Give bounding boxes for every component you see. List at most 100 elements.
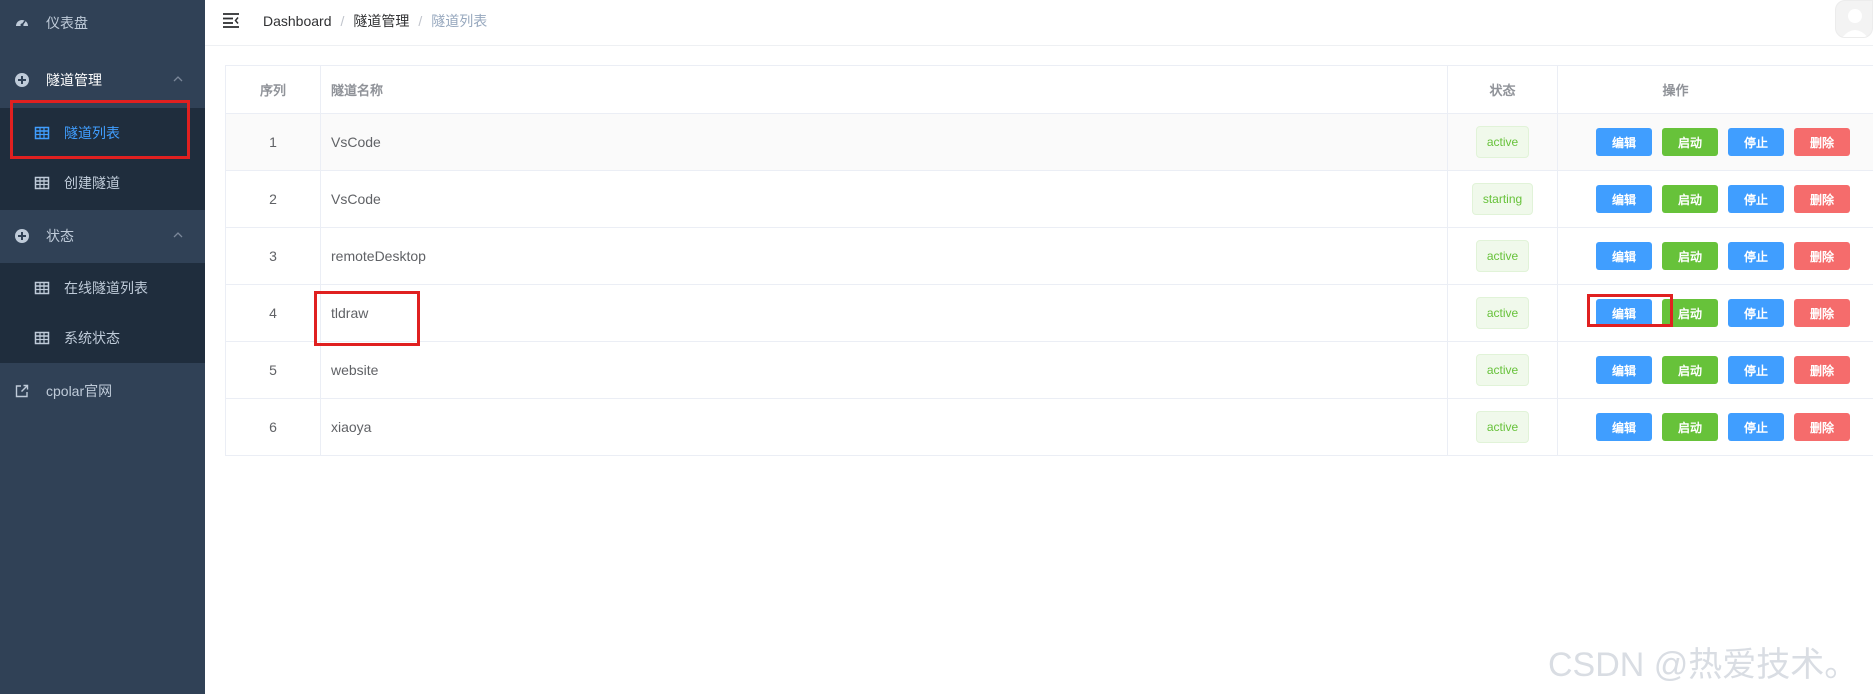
edit-button[interactable]: 编辑 bbox=[1596, 242, 1652, 270]
table-icon bbox=[34, 330, 50, 346]
header-status: 状态 bbox=[1448, 66, 1558, 113]
edit-button[interactable]: 编辑 bbox=[1596, 356, 1652, 384]
table-header: 序列 隧道名称 状态 操作 bbox=[226, 66, 1873, 114]
row-index: 3 bbox=[226, 228, 321, 284]
table-row: 2 VsCode starting 编辑 启动 停止 删除 bbox=[226, 171, 1873, 228]
status-badge: active bbox=[1475, 354, 1530, 386]
sidebar-item-create-tunnel[interactable]: 创建隧道 bbox=[0, 158, 205, 208]
plus-circle-icon bbox=[14, 72, 30, 88]
watermark: CSDN @热爱技术。 bbox=[1548, 646, 1859, 684]
sidebar-label-system-status: 系统状态 bbox=[64, 330, 120, 346]
menu-label-status: 状态 bbox=[46, 228, 74, 244]
row-name: website bbox=[321, 342, 1448, 398]
edit-button[interactable]: 编辑 bbox=[1596, 299, 1652, 327]
edit-button[interactable]: 编辑 bbox=[1596, 413, 1652, 441]
user-avatar-icon bbox=[1842, 9, 1868, 37]
table-row: 3 remoteDesktop active 编辑 启动 停止 删除 bbox=[226, 228, 1873, 285]
row-status-cell: active bbox=[1448, 399, 1558, 455]
stop-button[interactable]: 停止 bbox=[1728, 128, 1784, 156]
row-index: 1 bbox=[226, 114, 321, 170]
sidebar-item-system-status[interactable]: 系统状态 bbox=[0, 313, 205, 363]
row-actions: 编辑 启动 停止 删除 bbox=[1558, 399, 1873, 455]
row-actions: 编辑 启动 停止 删除 bbox=[1558, 228, 1873, 284]
menu-item-status[interactable]: 状态 bbox=[0, 211, 205, 261]
external-link-icon bbox=[14, 383, 30, 399]
stop-button[interactable]: 停止 bbox=[1728, 356, 1784, 384]
menu-item-cpolar-site[interactable]: cpolar官网 bbox=[0, 366, 205, 416]
start-button[interactable]: 启动 bbox=[1662, 299, 1718, 327]
row-actions: 编辑 启动 停止 删除 bbox=[1558, 285, 1873, 341]
sidebar-label-create-tunnel: 创建隧道 bbox=[64, 175, 120, 191]
status-badge: active bbox=[1475, 297, 1530, 329]
header-ops: 操作 bbox=[1662, 83, 1689, 98]
menu-fold-icon[interactable] bbox=[222, 11, 240, 29]
menu-label-tunnel-mgmt: 隧道管理 bbox=[46, 72, 102, 88]
row-index: 5 bbox=[226, 342, 321, 398]
start-button[interactable]: 启动 bbox=[1662, 128, 1718, 156]
start-button[interactable]: 启动 bbox=[1662, 242, 1718, 270]
row-name: VsCode bbox=[321, 171, 1448, 227]
breadcrumb-separator: / bbox=[418, 13, 423, 29]
breadcrumb-tunnel-mgmt[interactable]: 隧道管理 bbox=[353, 11, 409, 31]
table-icon bbox=[34, 175, 50, 191]
row-status-cell: active bbox=[1448, 342, 1558, 398]
stop-button[interactable]: 停止 bbox=[1728, 242, 1784, 270]
edit-button[interactable]: 编辑 bbox=[1596, 128, 1652, 156]
sidebar-item-online-tunnels[interactable]: 在线隧道列表 bbox=[0, 263, 205, 313]
header-index: 序列 bbox=[226, 66, 321, 113]
row-name: remoteDesktop bbox=[321, 228, 1448, 284]
menu-label-cpolar-site: cpolar官网 bbox=[46, 383, 113, 399]
menu-item-tunnel-mgmt[interactable]: 隧道管理 bbox=[0, 55, 205, 105]
plus-circle-icon bbox=[14, 228, 30, 244]
tunnel-table: 序列 隧道名称 状态 操作 1 VsCode active 编辑 启动 停止 删… bbox=[225, 65, 1873, 456]
start-button[interactable]: 启动 bbox=[1662, 185, 1718, 213]
delete-button[interactable]: 删除 bbox=[1794, 185, 1850, 213]
row-actions: 编辑 启动 停止 删除 bbox=[1558, 342, 1873, 398]
menu-label-dashboard: 仪表盘 bbox=[46, 15, 88, 31]
table-icon bbox=[34, 280, 50, 296]
status-badge: active bbox=[1475, 411, 1530, 443]
breadcrumb: Dashboard / 隧道管理 / 隧道列表 bbox=[263, 11, 487, 31]
chevron-up-icon bbox=[173, 232, 183, 238]
header-name: 隧道名称 bbox=[321, 66, 1448, 113]
delete-button[interactable]: 删除 bbox=[1794, 128, 1850, 156]
breadcrumb-separator: / bbox=[340, 13, 345, 29]
edit-button[interactable]: 编辑 bbox=[1596, 185, 1652, 213]
table-row: 6 xiaoya active 编辑 启动 停止 删除 bbox=[226, 399, 1873, 456]
row-status-cell: starting bbox=[1448, 171, 1558, 227]
breadcrumb-dashboard[interactable]: Dashboard bbox=[263, 13, 332, 29]
navbar: Dashboard / 隧道管理 / 隧道列表 bbox=[205, 0, 1873, 46]
table-row: 1 VsCode active 编辑 启动 停止 删除 bbox=[226, 114, 1873, 171]
row-status-cell: active bbox=[1448, 228, 1558, 284]
row-actions: 编辑 启动 停止 删除 bbox=[1558, 171, 1873, 227]
table-row: 4 tldraw active 编辑 启动 停止 删除 bbox=[226, 285, 1873, 342]
row-actions: 编辑 启动 停止 删除 bbox=[1558, 114, 1873, 170]
sidebar-label-online-tunnels: 在线隧道列表 bbox=[64, 280, 148, 296]
row-index: 2 bbox=[226, 171, 321, 227]
sidebar-item-tunnel-list[interactable]: 隧道列表 bbox=[0, 108, 205, 158]
avatar[interactable] bbox=[1835, 0, 1873, 38]
sidebar: 仪表盘 隧道管理 隧道列表 创建隧道 状态 在线隧道列表 系统状态 cpolar… bbox=[0, 0, 205, 694]
stop-button[interactable]: 停止 bbox=[1728, 299, 1784, 327]
breadcrumb-tunnel-list: 隧道列表 bbox=[431, 13, 488, 29]
delete-button[interactable]: 删除 bbox=[1794, 242, 1850, 270]
submenu-tunnel-mgmt: 隧道列表 创建隧道 bbox=[0, 108, 205, 210]
stop-button[interactable]: 停止 bbox=[1728, 413, 1784, 441]
chevron-up-icon bbox=[173, 76, 183, 82]
table-row: 5 website active 编辑 启动 停止 删除 bbox=[226, 342, 1873, 399]
row-index: 4 bbox=[226, 285, 321, 341]
sidebar-label-tunnel-list: 隧道列表 bbox=[64, 125, 120, 141]
status-badge: active bbox=[1475, 240, 1530, 272]
row-index: 6 bbox=[226, 399, 321, 455]
stop-button[interactable]: 停止 bbox=[1728, 185, 1784, 213]
submenu-status: 在线隧道列表 系统状态 bbox=[0, 263, 205, 363]
delete-button[interactable]: 删除 bbox=[1794, 356, 1850, 384]
row-name: xiaoya bbox=[321, 399, 1448, 455]
menu-item-dashboard[interactable]: 仪表盘 bbox=[0, 0, 205, 46]
delete-button[interactable]: 删除 bbox=[1794, 413, 1850, 441]
delete-button[interactable]: 删除 bbox=[1794, 299, 1850, 327]
start-button[interactable]: 启动 bbox=[1662, 413, 1718, 441]
row-status-cell: active bbox=[1448, 114, 1558, 170]
start-button[interactable]: 启动 bbox=[1662, 356, 1718, 384]
status-badge: starting bbox=[1471, 183, 1534, 215]
